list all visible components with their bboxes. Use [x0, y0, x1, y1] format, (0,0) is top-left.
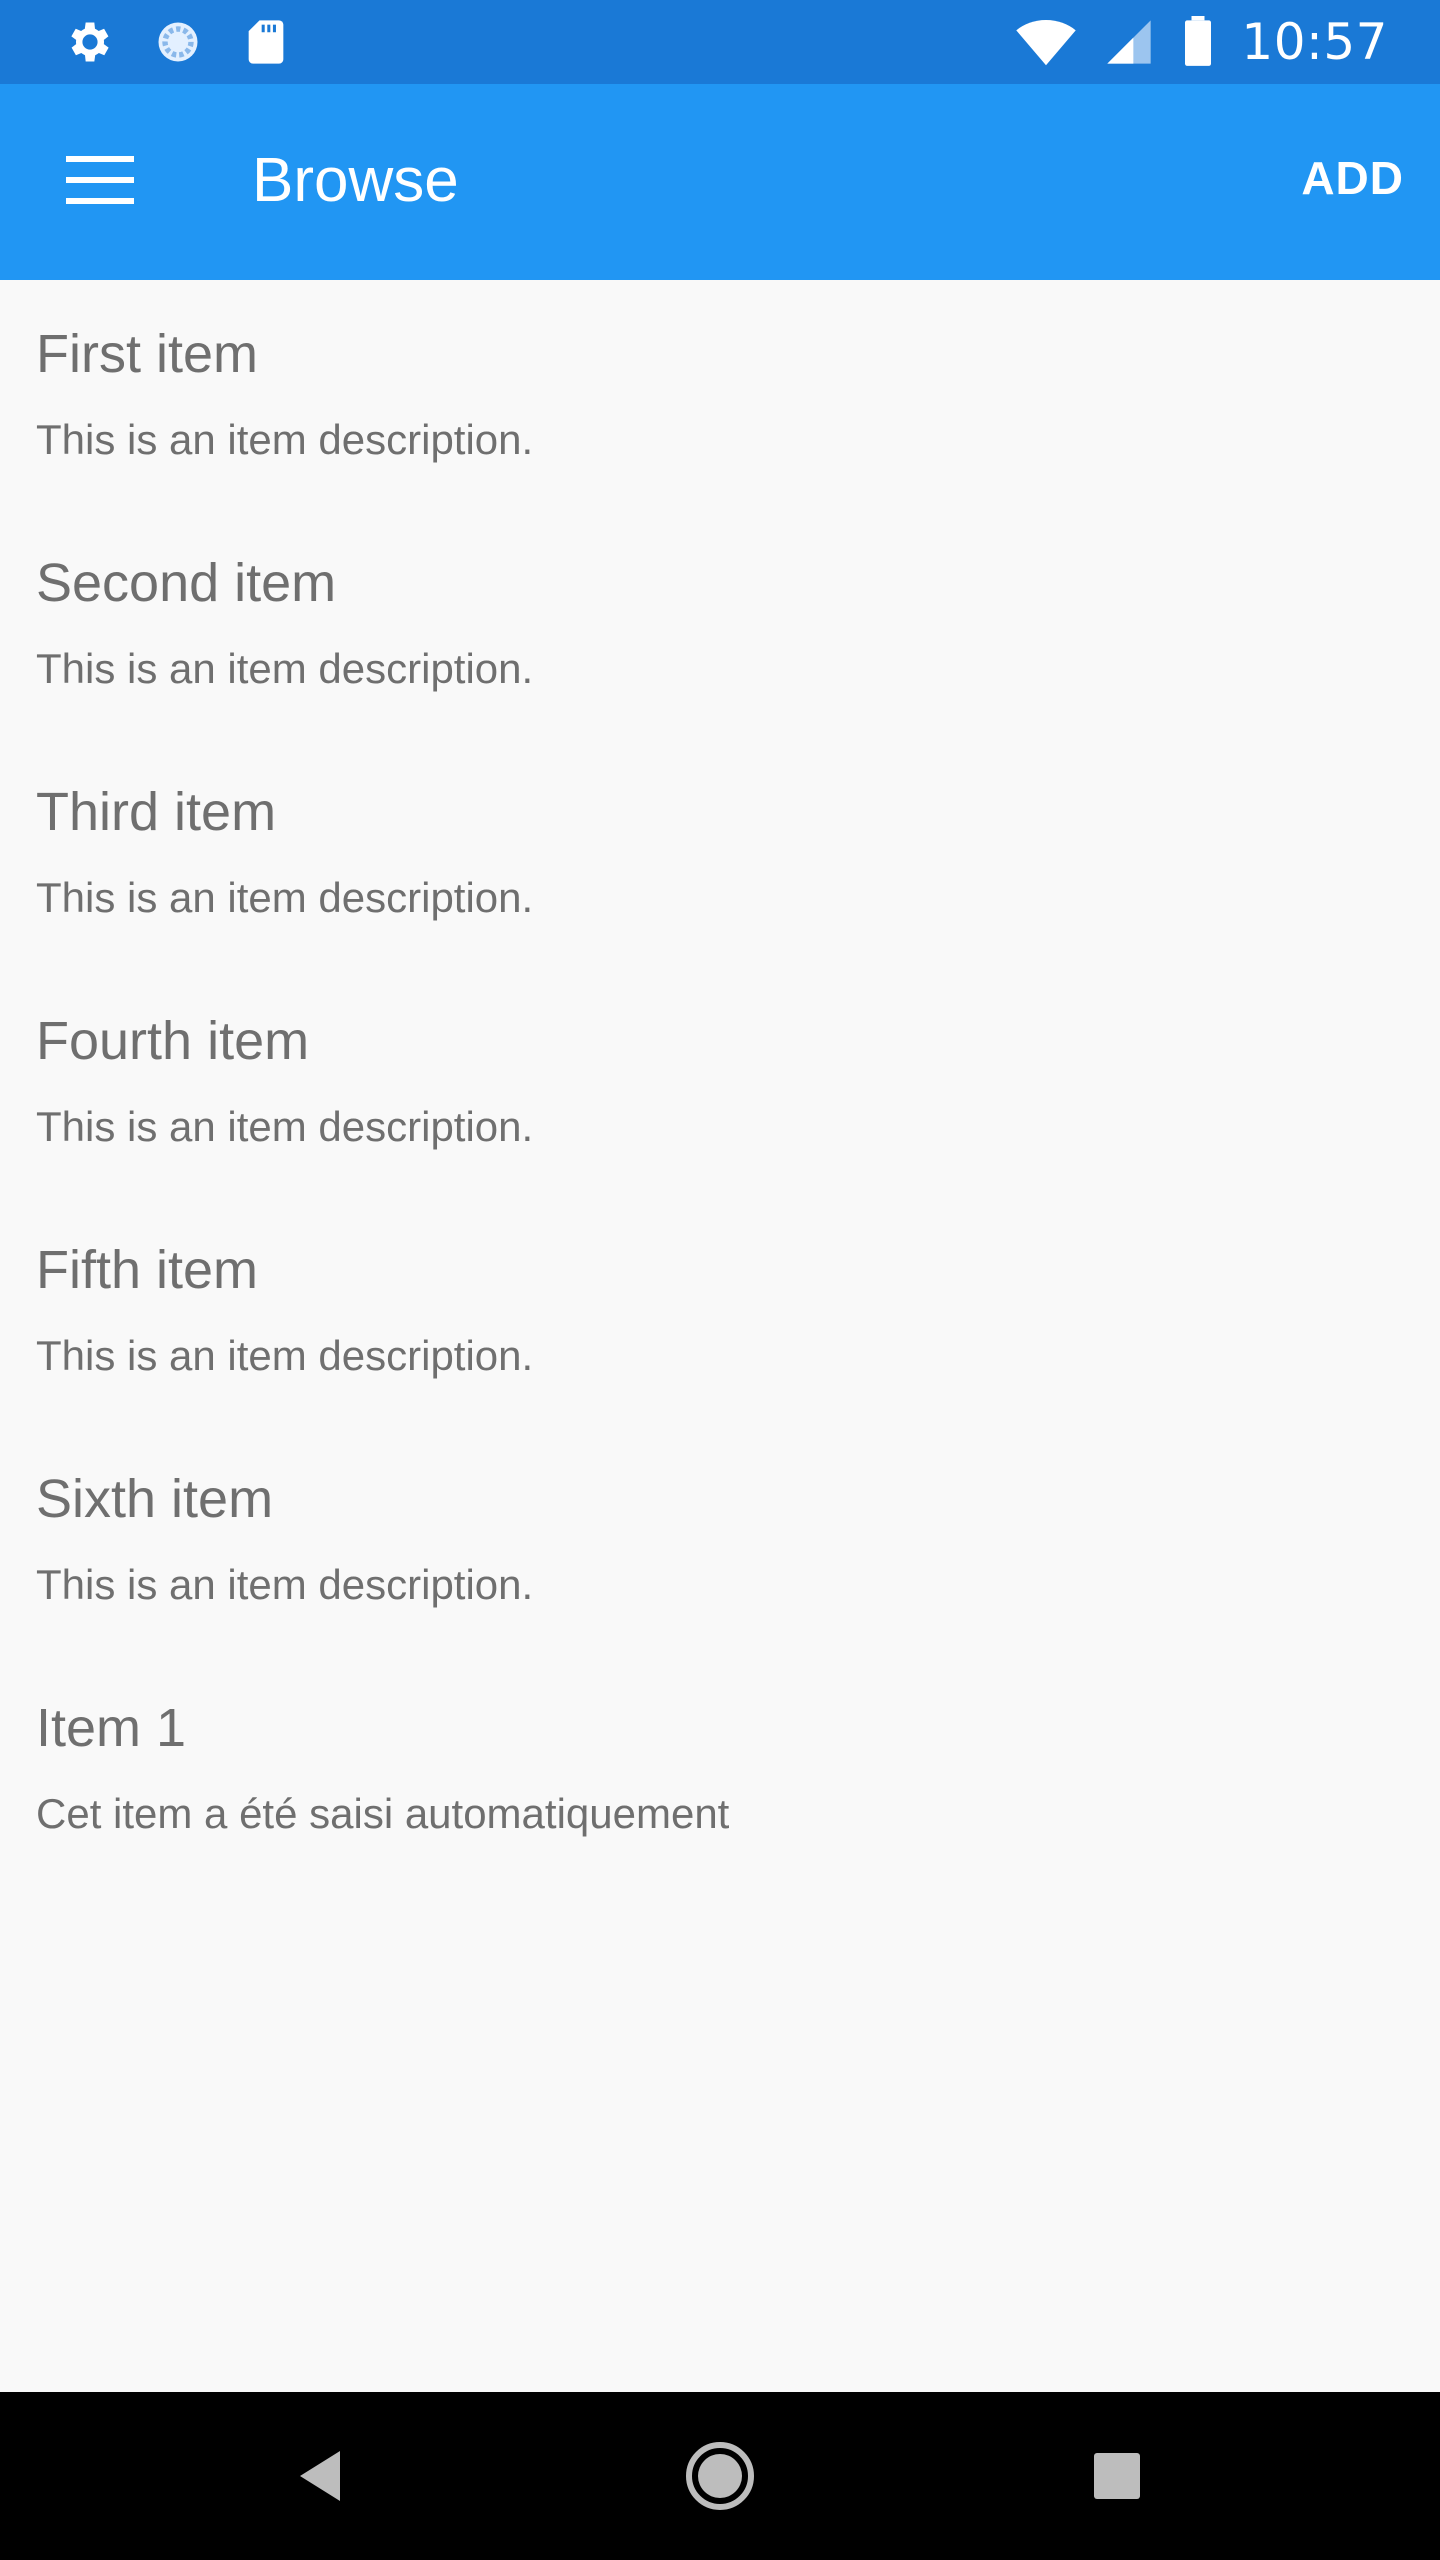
app-bar: Browse ADD	[0, 84, 1440, 280]
recents-icon	[1094, 2453, 1140, 2499]
item-description: This is an item description.	[36, 1561, 534, 1608]
back-button[interactable]	[276, 2432, 364, 2520]
hamburger-menu-icon	[66, 156, 134, 204]
add-button[interactable]: ADD	[1301, 150, 1404, 206]
status-time: 10:57	[1241, 13, 1388, 71]
item-title: Second item	[36, 553, 337, 613]
home-button[interactable]	[676, 2432, 764, 2520]
item-title: Item 1	[36, 1698, 187, 1758]
sync-icon	[158, 22, 198, 62]
item-description: This is an item description.	[36, 1332, 534, 1379]
list-item[interactable]: First item This is an item description.	[0, 280, 1440, 509]
item-description: This is an item description.	[36, 416, 534, 463]
item-title: Sixth item	[36, 1469, 274, 1529]
gear-icon	[71, 22, 109, 62]
item-title: First item	[36, 324, 258, 384]
list-item[interactable]: Item 1 Cet item a été saisi automatiquem…	[0, 1654, 1440, 1883]
menu-button[interactable]	[52, 132, 148, 228]
item-title: Fourth item	[36, 1011, 310, 1071]
wifi-icon	[1016, 20, 1077, 66]
item-title: Fifth item	[36, 1240, 259, 1300]
status-bar-left	[64, 16, 292, 68]
item-description: This is an item description.	[36, 1103, 534, 1150]
item-list: First item This is an item description. …	[0, 280, 1440, 1883]
list-item[interactable]: Sixth item This is an item description.	[0, 1425, 1440, 1654]
item-description: Cet item a été saisi automatiquement	[36, 1790, 730, 1837]
item-title: Third item	[36, 782, 277, 842]
status-bar: 10:57	[0, 0, 1440, 84]
system-nav-bar	[0, 2392, 1440, 2560]
status-bar-right: 10:57	[1015, 12, 1388, 72]
home-icon	[686, 2442, 754, 2510]
list-item[interactable]: Third item This is an item description.	[0, 738, 1440, 967]
back-icon	[300, 2451, 340, 2501]
list-item[interactable]: Fifth item This is an item description.	[0, 1196, 1440, 1425]
item-description: This is an item description.	[36, 645, 534, 692]
list-item[interactable]: Second item This is an item description.	[0, 509, 1440, 738]
battery-icon	[1185, 16, 1212, 66]
recents-button[interactable]	[1073, 2432, 1161, 2520]
sd-card-icon	[248, 20, 284, 64]
item-description: This is an item description.	[36, 874, 534, 921]
page-title: Browse	[252, 146, 459, 215]
cellular-signal-icon	[1107, 20, 1152, 64]
list-item[interactable]: Fourth item This is an item description.	[0, 967, 1440, 1196]
